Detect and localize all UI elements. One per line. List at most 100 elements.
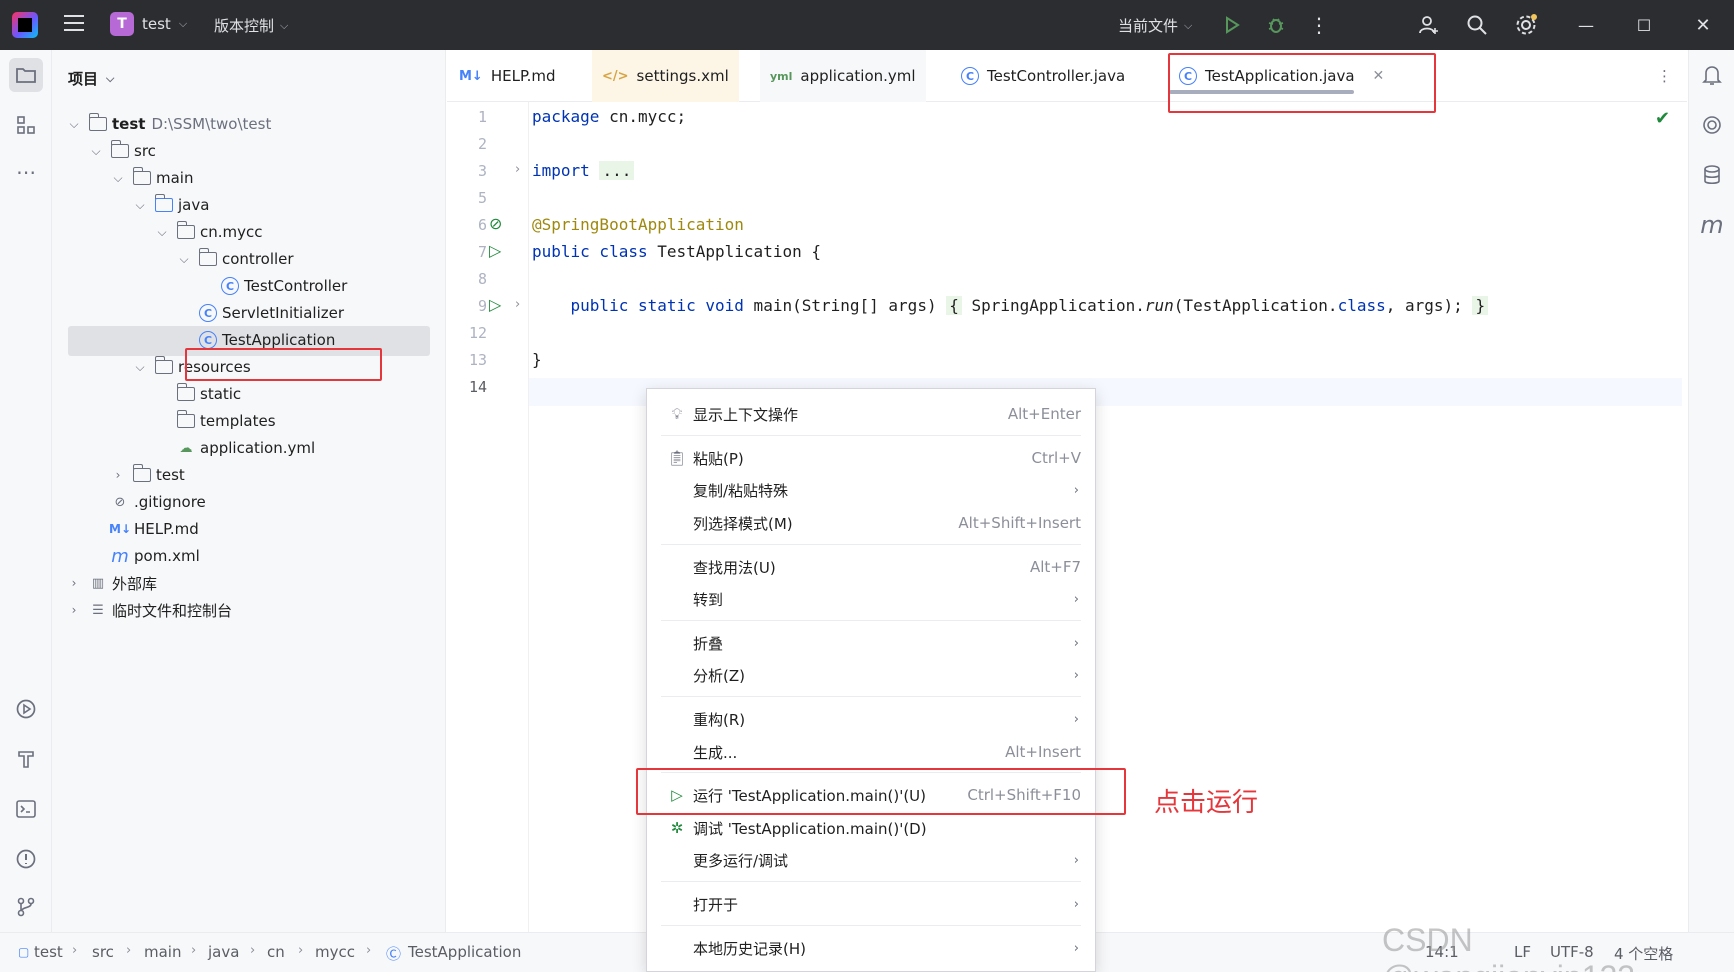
breadcrumb-item[interactable]: cn (267, 943, 285, 961)
main-menu-icon[interactable] (64, 15, 84, 33)
menu-item-copy-paste-special[interactable]: 复制/粘贴特殊 › (647, 475, 1095, 505)
tree-item-test-folder[interactable]: › test (52, 461, 446, 489)
tree-item-external-libraries[interactable]: › ▥ 外部库 (52, 569, 446, 597)
close-window-icon[interactable]: ✕ (1690, 12, 1716, 38)
chevron-right-icon: › (1073, 896, 1079, 912)
code-line: @SpringBootApplication (532, 215, 744, 234)
breadcrumb-item[interactable]: src (92, 943, 114, 961)
run-gutter-icon[interactable]: ▷ (489, 241, 501, 260)
tree-item-java[interactable]: ⌵ java (52, 191, 446, 219)
java-class-icon: C (220, 277, 240, 295)
menu-item-column-selection[interactable]: 列选择模式(M) Alt+Shift+Insert (647, 508, 1095, 538)
tree-item-testcontroller[interactable]: C TestController (52, 272, 446, 300)
tree-item-main[interactable]: ⌵ main (52, 164, 446, 192)
lightbulb-icon: 💡︎ (671, 405, 683, 423)
database-icon[interactable] (1699, 162, 1725, 188)
menu-item-more-run-debug[interactable]: 更多运行/调试 › (647, 845, 1095, 875)
chevron-right-icon[interactable]: › (66, 576, 82, 590)
minimize-window-icon[interactable]: — (1573, 12, 1599, 38)
breadcrumb-item[interactable]: main (144, 943, 181, 961)
tab-settings-xml[interactable]: </> settings.xml (592, 50, 739, 102)
tree-item-package-cn-mycc[interactable]: ⌵ cn.mycc (52, 218, 446, 246)
debug-icon[interactable] (1263, 12, 1289, 38)
tab-options-icon[interactable]: ⋮ (1647, 50, 1682, 102)
maven-icon[interactable]: m (1699, 211, 1725, 239)
breadcrumb-item[interactable]: TestApplication (408, 943, 521, 961)
menu-item-generate[interactable]: 生成... Alt+Insert (647, 737, 1095, 767)
project-switcher[interactable]: T test ⌵ (110, 12, 187, 36)
fold-chevron-icon[interactable]: › (515, 162, 520, 177)
maximize-window-icon[interactable]: ☐ (1631, 12, 1657, 38)
menu-item-goto[interactable]: 转到 › (647, 584, 1095, 614)
structure-icon[interactable] (9, 108, 43, 142)
menu-item-local-history[interactable]: 本地历史记录(H) › (647, 933, 1095, 963)
chevron-down-icon[interactable]: ⌵ (132, 198, 148, 213)
chevron-right-icon[interactable]: › (110, 468, 126, 482)
settings-gear-icon[interactable] (1513, 12, 1539, 38)
run-config-selector[interactable]: 当前文件 ⌵ (1118, 15, 1192, 36)
tree-item-pom-xml[interactable]: m pom.xml (52, 542, 446, 570)
scratches-icon: ☰ (92, 602, 104, 618)
ai-assistant-icon[interactable] (1699, 112, 1725, 138)
chevron-down-icon[interactable]: ⌵ (66, 117, 82, 132)
tree-item-application-yml[interactable]: ☁ application.yml (52, 434, 446, 462)
menu-item-analyze[interactable]: 分析(Z) › (647, 660, 1095, 690)
breadcrumb-item[interactable]: test (34, 943, 63, 961)
close-tab-icon[interactable]: ✕ (1373, 68, 1385, 84)
menu-item-paste[interactable]: 📋︎ 粘贴(P) Ctrl+V (647, 443, 1095, 473)
account-icon[interactable] (1415, 12, 1441, 38)
breadcrumb-item[interactable]: mycc (315, 943, 355, 961)
notifications-bell-icon[interactable] (1699, 62, 1725, 88)
run-icon[interactable] (1219, 12, 1245, 38)
menu-item-find-usages[interactable]: 查找用法(U) Alt+F7 (647, 552, 1095, 582)
tree-item-help-md[interactable]: M↓ HELP.md (52, 515, 446, 543)
tree-item-servletinitializer[interactable]: C ServletInitializer (52, 299, 446, 327)
no-problems-check-icon[interactable]: ✔ (1655, 108, 1670, 129)
services-run-icon[interactable] (9, 692, 43, 726)
tree-item-gitignore[interactable]: ⊘ .gitignore (52, 488, 446, 516)
git-branch-icon[interactable] (9, 890, 43, 924)
tree-item-label: .gitignore (134, 493, 206, 511)
tab-testcontroller-java[interactable]: C TestController.java (951, 50, 1135, 102)
chevron-down-icon[interactable]: ⌵ (154, 225, 170, 240)
tree-item-scratches[interactable]: › ☰ 临时文件和控制台 (52, 596, 446, 624)
menu-item-debug-main[interactable]: ✲ 调试 'TestApplication.main()'(D) (647, 813, 1095, 843)
problems-icon[interactable] (9, 842, 43, 876)
chevron-down-icon[interactable]: ⌵ (88, 144, 104, 159)
tree-item-src[interactable]: ⌵ src (52, 137, 446, 165)
chevron-down-icon[interactable]: ⌵ (110, 171, 126, 186)
menu-item-show-context-actions[interactable]: 💡︎ 显示上下文操作 Alt+Enter (647, 399, 1095, 429)
chevron-right-icon[interactable]: › (66, 603, 82, 617)
run-gutter-icon[interactable]: ▷ (489, 295, 501, 314)
tree-item-test-root[interactable]: ⌵ test D:\SSM\two\test (52, 110, 446, 138)
tab-help-md[interactable]: M↓ HELP.md (449, 50, 566, 102)
project-folder-icon[interactable] (9, 58, 43, 92)
spring-bean-icon[interactable]: ⊘ (489, 214, 502, 233)
chevron-down-icon[interactable]: ⌵ (132, 360, 148, 375)
folded-region[interactable]: ... (599, 161, 635, 180)
tab-application-yml[interactable]: yml application.yml (760, 50, 926, 102)
menu-item-run-main[interactable]: ▷ 运行 'TestApplication.main()'(U) Ctrl+Sh… (647, 780, 1095, 810)
more-actions-icon[interactable]: ⋮ (1306, 12, 1332, 38)
tree-item-static[interactable]: static (52, 380, 446, 408)
build-hammer-icon[interactable] (9, 742, 43, 776)
markdown-file-icon: M↓ (459, 68, 483, 84)
fold-chevron-icon[interactable]: › (515, 297, 520, 312)
vcs-menu[interactable]: 版本控制 ⌵ (214, 15, 288, 36)
terminal-icon[interactable] (9, 792, 43, 826)
tree-item-testapplication[interactable]: C TestApplication (52, 326, 446, 356)
project-panel-header[interactable]: 项目 ⌵ (68, 68, 114, 89)
menu-item-open-in[interactable]: 打开于 › (647, 889, 1095, 919)
menu-item-refactor[interactable]: 重构(R) › (647, 704, 1095, 734)
more-tools-icon[interactable]: ⋯ (9, 155, 43, 189)
breadcrumb-item[interactable]: java (208, 943, 239, 961)
chevron-right-icon: › (1073, 940, 1079, 956)
ide-logo-icon (12, 12, 38, 38)
chevron-down-icon[interactable]: ⌵ (176, 252, 192, 267)
tree-item-templates[interactable]: templates (52, 407, 446, 435)
tree-item-resources[interactable]: ⌵ resources (52, 353, 446, 381)
tree-item-controller[interactable]: ⌵ controller (52, 245, 446, 273)
tab-testapplication-java[interactable]: C TestApplication.java ✕ (1169, 50, 1394, 102)
search-icon[interactable] (1464, 12, 1490, 38)
menu-item-folding[interactable]: 折叠 › (647, 628, 1095, 658)
